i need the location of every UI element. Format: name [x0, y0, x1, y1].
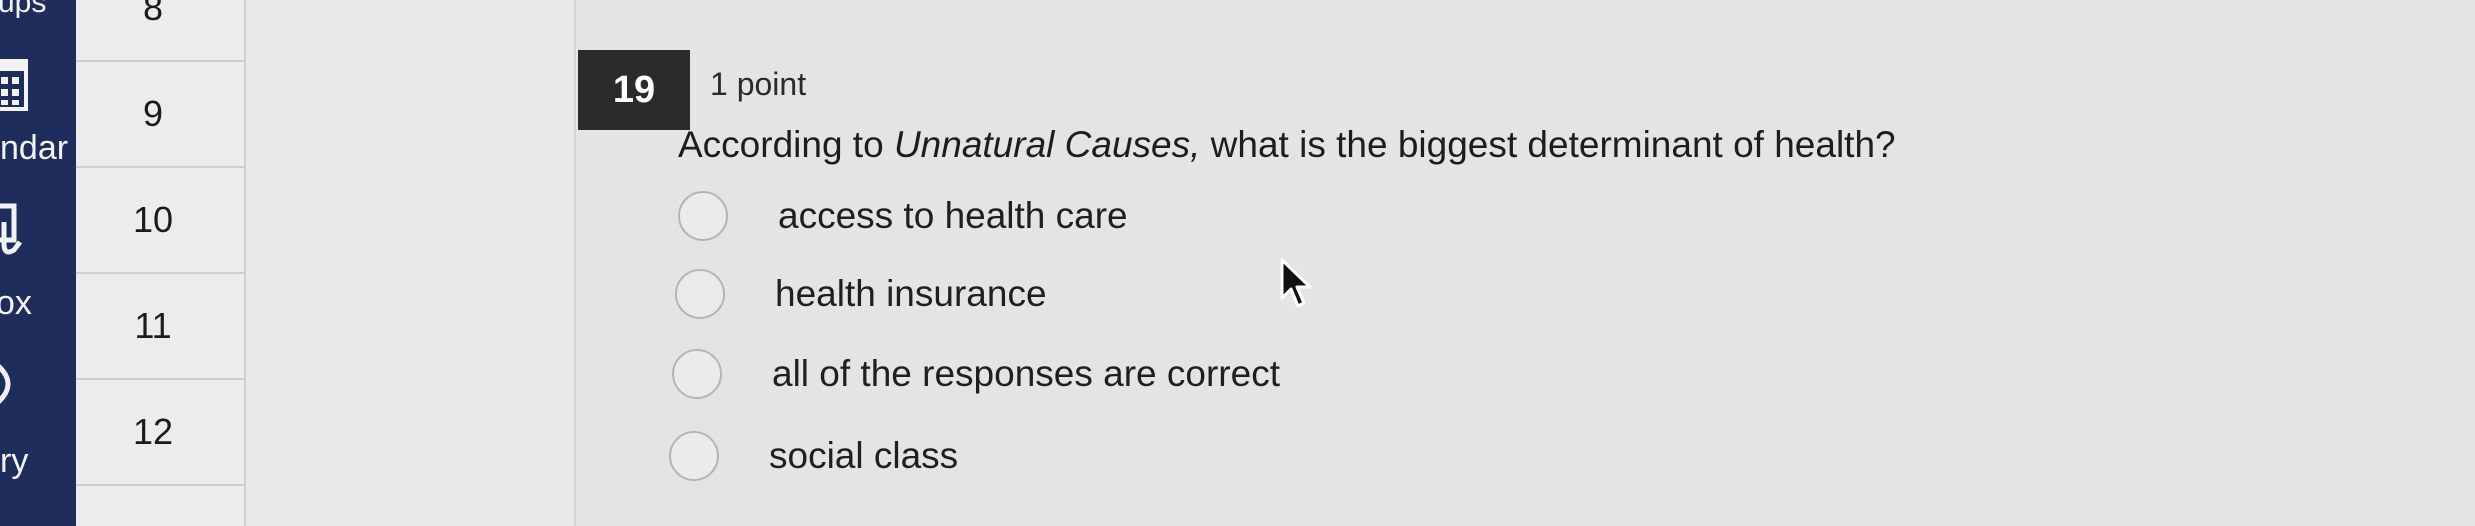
- calendar-icon: [0, 59, 28, 111]
- radio-button[interactable]: [675, 269, 725, 319]
- answer-option-all-correct[interactable]: all of the responses are correct: [672, 344, 1280, 404]
- question-nav-number: 12: [132, 411, 174, 452]
- history-icon: [0, 364, 11, 404]
- question-text-end: what is the biggest determinant of healt…: [1200, 124, 1896, 165]
- question-text: According to Unnatural Causes, what is t…: [678, 124, 1896, 166]
- question-points: 1 point: [710, 66, 807, 102]
- nav-item-groups[interactable]: ups: [0, 0, 76, 19]
- answer-label: social class: [769, 435, 959, 476]
- question-nav-number: 11: [134, 305, 172, 346]
- question-nav-number: 10: [132, 199, 174, 240]
- mouse-cursor-icon: [1280, 258, 1312, 308]
- question-nav-item[interactable]: 11: [76, 274, 246, 380]
- question-navigator: 8 9 10 11 12: [76, 0, 246, 526]
- question-panel: 19 1 point According to Unnatural Causes…: [578, 0, 2475, 526]
- radio-button[interactable]: [672, 349, 722, 399]
- nav-item-calendar[interactable]: ndar: [0, 55, 76, 167]
- answer-option-social-class[interactable]: social class: [669, 426, 958, 486]
- answer-option-health-insurance[interactable]: health insurance: [675, 264, 1047, 324]
- question-text-title: Unnatural Causes,: [893, 124, 1201, 165]
- spacer-panel: [246, 0, 576, 526]
- answer-label: access to health care: [778, 195, 1128, 236]
- inbox-icon: [0, 203, 22, 255]
- nav-item-inbox[interactable]: ox: [0, 200, 76, 322]
- nav-item-history[interactable]: ry: [0, 360, 76, 480]
- question-nav-item[interactable]: 10: [76, 168, 246, 274]
- answer-label: all of the responses are correct: [772, 353, 1280, 394]
- nav-label-groups: ups: [0, 0, 47, 19]
- radio-button[interactable]: [678, 191, 728, 241]
- global-navigation: ups ndar ox ry: [0, 0, 76, 526]
- answer-option-access-to-health-care[interactable]: access to health care: [678, 186, 1128, 246]
- question-nav-item[interactable]: 12: [76, 380, 246, 486]
- nav-label-inbox: ox: [0, 284, 32, 322]
- question-nav-item[interactable]: 9: [76, 62, 246, 168]
- question-number-badge: 19: [578, 50, 690, 130]
- question-nav-number: 8: [142, 0, 164, 28]
- question-nav-item[interactable]: 8: [76, 0, 246, 62]
- question-text-start: According to: [678, 124, 894, 165]
- quiz-page: ups ndar ox ry 8 9 10 11 12 19 1 point A…: [0, 0, 2475, 526]
- question-nav-number: 9: [142, 93, 164, 134]
- nav-label-history: ry: [0, 442, 29, 480]
- answer-label: health insurance: [775, 273, 1047, 314]
- nav-label-calendar: ndar: [0, 129, 69, 167]
- radio-button[interactable]: [669, 431, 719, 481]
